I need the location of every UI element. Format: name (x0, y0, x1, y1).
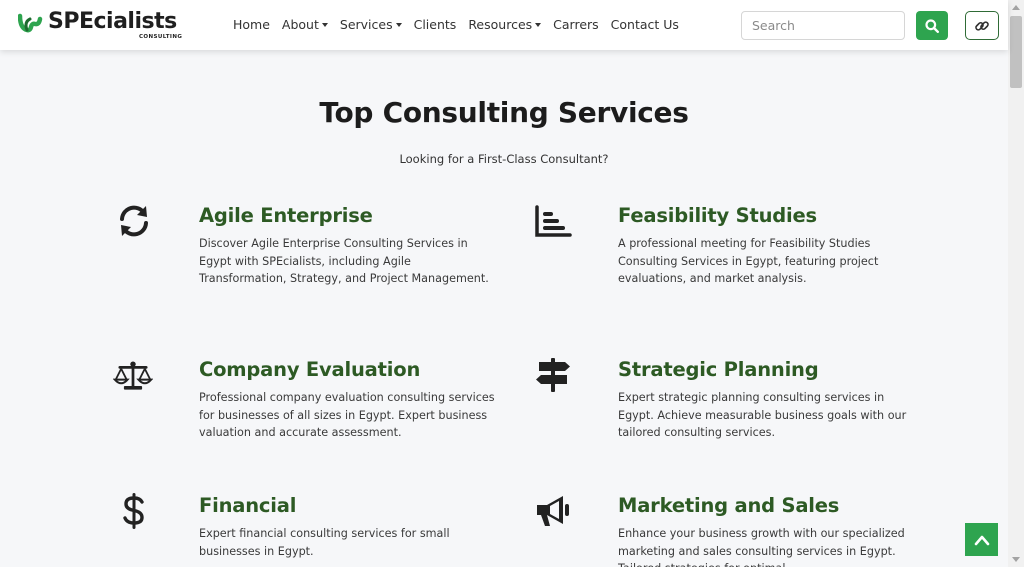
brand-tagline: CONSULTING (139, 34, 183, 40)
service-description: Enhance your business growth with our sp… (618, 527, 905, 567)
back-to-top-button[interactable] (965, 523, 998, 556)
service-description: Expert strategic planning consulting ser… (618, 391, 907, 439)
nav-about[interactable]: About (282, 17, 328, 32)
nav-services-label: Services (339, 17, 393, 32)
service-card[interactable]: Strategic Planning Expert strategic plan… (618, 357, 918, 442)
dollar-icon (114, 491, 154, 531)
scroll-up-icon[interactable] (1012, 5, 1020, 10)
service-card[interactable]: Financial Expert financial consulting se… (199, 493, 499, 560)
page-subtitle: Looking for a First-Class Consultant? (399, 152, 609, 166)
nav-resources[interactable]: Resources (468, 17, 542, 32)
nav-services[interactable]: Services (340, 17, 402, 32)
nav-contact[interactable]: Contact Us (611, 17, 679, 32)
service-description: Professional company evaluation consulti… (199, 391, 495, 439)
nav-about-label: About (281, 17, 319, 32)
service-title[interactable]: Strategic Planning (618, 357, 918, 383)
scrollbar-thumb[interactable] (1010, 16, 1022, 88)
signpost-icon (533, 355, 573, 395)
megaphone-icon (533, 491, 573, 531)
caret-down-icon (395, 22, 402, 27)
nav-home[interactable]: Home (233, 17, 270, 32)
nav-clients[interactable]: Clients (414, 17, 457, 32)
nav-careers[interactable]: Carrers (553, 17, 599, 32)
main-nav: Home About Services Clients Resources Ca… (233, 17, 691, 32)
service-card[interactable]: Company Evaluation Professional company … (199, 357, 499, 442)
link-icon (975, 20, 989, 31)
service-title[interactable]: Feasibility Studies (618, 203, 918, 229)
service-title[interactable]: Financial (199, 493, 499, 519)
brand-logo[interactable]: SPEcialists CONSULTING (18, 8, 188, 42)
nav-careers-label: Carrers (553, 17, 599, 32)
brand-name: SPEcialists (48, 9, 177, 34)
balance-scale-icon (113, 356, 153, 396)
nav-home-label: Home (233, 17, 270, 32)
chevron-up-icon (974, 535, 989, 545)
service-card[interactable]: Agile Enterprise Discover Agile Enterpri… (199, 203, 499, 288)
navbar: SPEcialists CONSULTING Home About Servic… (0, 0, 1008, 50)
service-card[interactable]: Feasibility Studies A professional meeti… (618, 203, 918, 288)
search-input[interactable] (741, 11, 905, 40)
service-description: Expert financial consulting services for… (199, 527, 450, 558)
service-title[interactable]: Agile Enterprise (199, 203, 499, 229)
service-title[interactable]: Marketing and Sales (618, 493, 918, 519)
nav-resources-label: Resources (468, 17, 533, 32)
caret-down-icon (321, 22, 328, 27)
page-scrollbar[interactable] (1008, 0, 1024, 567)
logo-mark-icon (18, 13, 43, 33)
bar-chart-icon (533, 201, 573, 241)
search-button[interactable] (916, 11, 948, 40)
caret-down-icon (535, 22, 542, 27)
service-description: A professional meeting for Feasibility S… (618, 237, 879, 285)
nav-clients-label: Clients (413, 17, 457, 32)
sync-icon (114, 201, 154, 241)
share-link-button[interactable] (965, 11, 999, 40)
service-card[interactable]: Marketing and Sales Enhance your busines… (618, 493, 918, 567)
service-title[interactable]: Company Evaluation (199, 357, 499, 383)
scroll-down-icon[interactable] (1012, 557, 1020, 562)
page-title: Top Consulting Services (319, 96, 689, 129)
search-icon (925, 18, 939, 33)
nav-contact-label: Contact Us (610, 17, 679, 32)
service-description: Discover Agile Enterprise Consulting Ser… (199, 237, 489, 285)
